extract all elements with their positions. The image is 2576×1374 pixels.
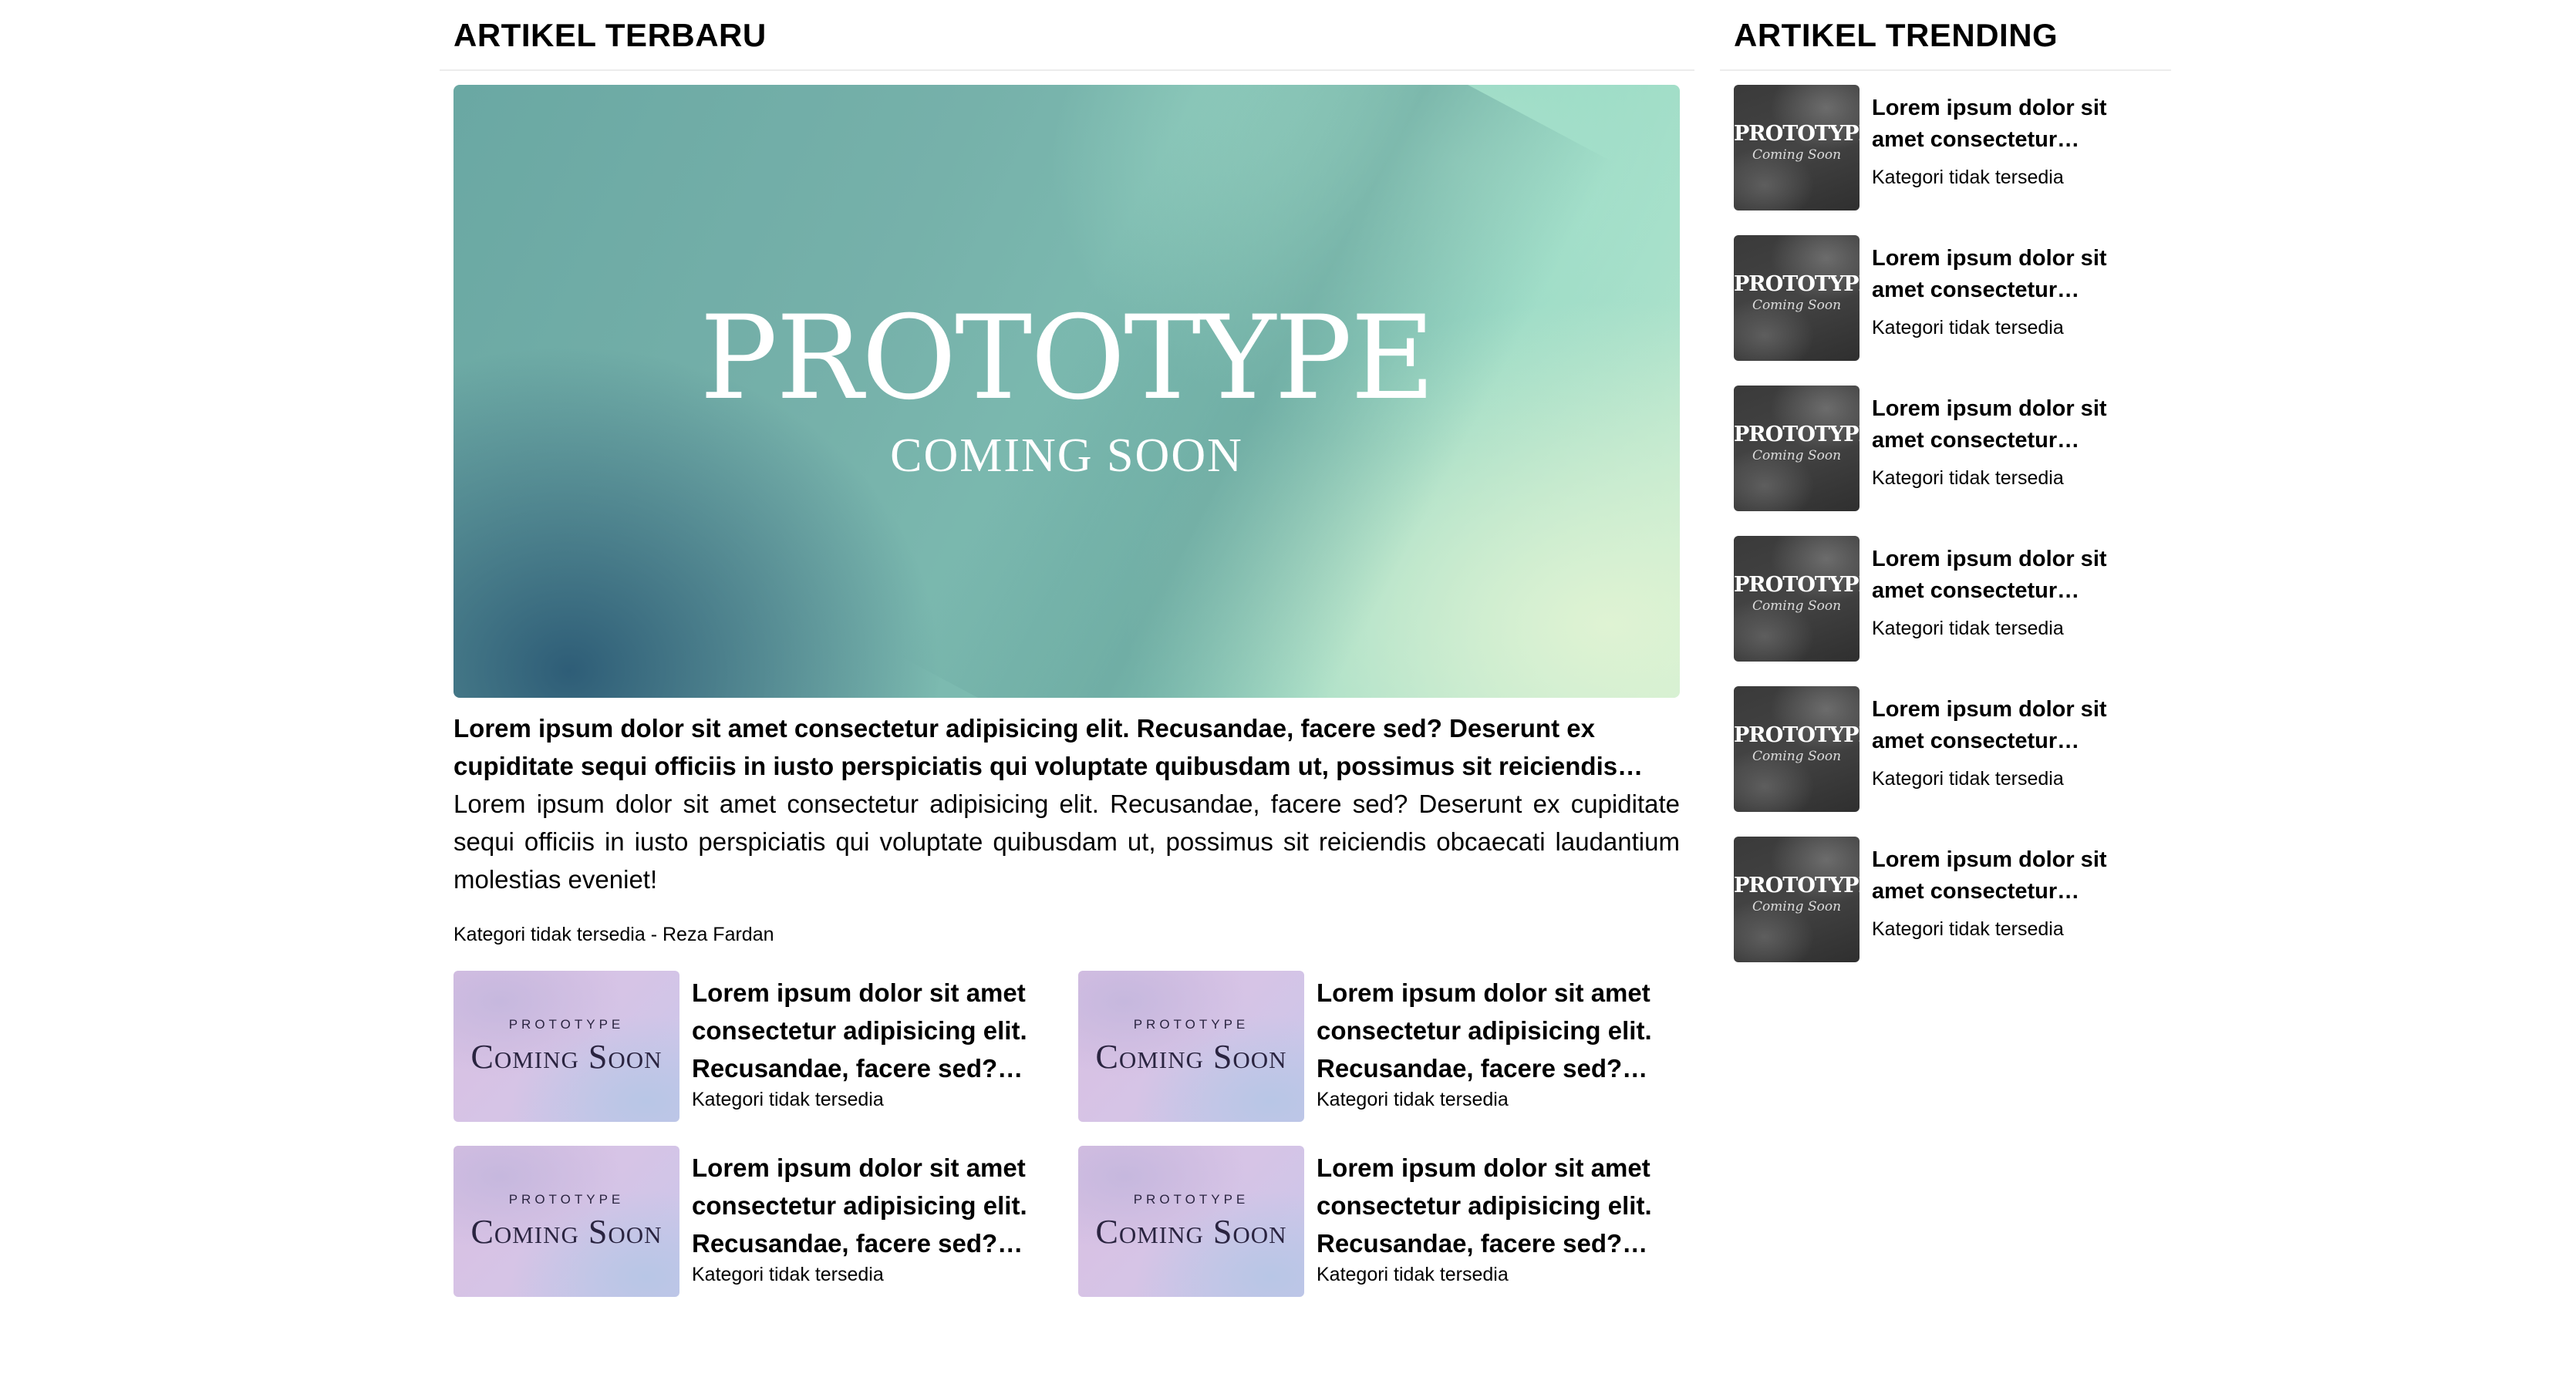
thumbnail-caption: Coming Soon: [470, 1213, 663, 1251]
thumbnail-caption: Coming Soon: [1752, 448, 1842, 463]
trending-thumbnail[interactable]: PROTOTYPEComing Soon: [1734, 536, 1860, 662]
article-title[interactable]: Lorem ipsum dolor sit amet consectetur a…: [692, 1149, 1054, 1262]
thumbnail-caption: Coming Soon: [1752, 899, 1842, 914]
hero-image-text: PROTOTYPE COMING SOON: [453, 301, 1680, 483]
page: ARTIKEL TERBARU PROTOTYPE COMING SOON Lo…: [0, 0, 2576, 1374]
article-title[interactable]: Lorem ipsum dolor sit amet consectetur a…: [692, 974, 1054, 1087]
thumbnail-label: PROTOTYPE: [1133, 1192, 1249, 1207]
thumbnail-label: PROTOTYPE: [508, 1017, 625, 1032]
trending-title[interactable]: Lorem ipsum dolor sit amet consectetur a…: [1872, 844, 2157, 908]
trending-thumbnail[interactable]: PROTOTYPE Coming Soon: [1734, 235, 1860, 361]
trending-category[interactable]: Kategori tidak tersedia: [1872, 464, 2157, 492]
hero-article-category[interactable]: Kategori tidak tersedia: [453, 924, 646, 945]
thumbnail-label: PROTOTYPE: [1734, 272, 1860, 296]
thumbnail-label: PROTOTYPE: [508, 1192, 625, 1207]
article-thumbnail[interactable]: PROTOTYPE Coming Soon: [453, 971, 679, 1122]
meta-separator: -: [650, 924, 658, 945]
trending-title[interactable]: Lorem ipsum dolor sit amet consectetur a…: [1872, 544, 2157, 607]
trending-article-item[interactable]: PROTOTYPEComing SoonLorem ipsum dolor si…: [1734, 85, 2166, 210]
latest-article-card[interactable]: PROTOTYPE Coming Soon Lorem ipsum dolor si…: [453, 1146, 1063, 1297]
trending-category[interactable]: Kategori tidak tersedia: [1872, 314, 2157, 342]
article-thumbnail[interactable]: PROTOTYPE Coming Soon: [453, 1146, 679, 1297]
hero-image-subtitle: COMING SOON: [890, 429, 1243, 482]
trending-text: Lorem ipsum dolor sit amet consectetur a…: [1872, 844, 2157, 943]
trending-article-item[interactable]: PROTOTYPEComing SoonLorem ipsum dolor si…: [1734, 536, 2166, 662]
latest-article-card[interactable]: PROTOTYPE Coming Soon Lorem ipsum dolor si…: [1078, 971, 1688, 1122]
latest-article-card[interactable]: PROTOTYPE Coming Soon Lorem ipsum dolor si…: [1078, 1146, 1688, 1297]
article-text: Lorem ipsum dolor sit amet consectetur a…: [692, 974, 1054, 1112]
thumbnail-label: PROTOTYPE: [1734, 723, 1860, 747]
trending-thumbnail[interactable]: PROTOTYPEComing Soon: [1734, 85, 1860, 210]
thumbnail-label: PROTOTYPE: [1133, 1017, 1249, 1032]
trending-article-item[interactable]: PROTOTYPE Coming Soon Lorem ipsum dolor si…: [1734, 386, 2166, 511]
article-thumbnail[interactable]: PROTOTYPE Coming Soon: [1078, 971, 1304, 1122]
thumbnail-caption: Coming Soon: [470, 1038, 663, 1076]
trending-category[interactable]: Kategori tidak tersedia: [1872, 765, 2157, 793]
hero-image-title: PROTOTYPE: [700, 291, 1435, 426]
trending-category[interactable]: Kategori tidak tersedia: [1872, 615, 2157, 642]
latest-article-card[interactable]: PROTOTYPE Coming Soon Lorem ipsum dolor si…: [453, 971, 1063, 1122]
trending-text: Lorem ipsum dolor sit amet consectetur a…: [1872, 544, 2157, 642]
trending-article-item[interactable]: PROTOTYPE Coming Soon Lorem ipsum dolor si…: [1734, 837, 2166, 962]
trending-text: Lorem ipsum dolor sit amet consectetur a…: [1872, 694, 2157, 793]
article-text: Lorem ipsum dolor sit amet consectetur a…: [1317, 974, 1679, 1112]
hero-article-meta: Kategori tidak tersedia - Reza Fardan: [453, 921, 774, 948]
thumbnail-caption: Coming Soon: [1752, 147, 1842, 163]
thumbnail-label: PROTOTYPE: [1734, 423, 1860, 446]
trending-category[interactable]: Kategori tidak tersedia: [1872, 915, 2157, 943]
hero-article-excerpt: Lorem ipsum dolor sit amet consectetur a…: [453, 790, 1680, 894]
latest-articles-section: ARTIKEL TERBARU PROTOTYPE COMING SOON Lo…: [440, 0, 1694, 945]
trending-section-title: ARTIKEL TRENDING: [1720, 0, 2171, 71]
thumbnail-caption: Coming Soon: [1752, 298, 1842, 313]
trending-title[interactable]: Lorem ipsum dolor sit amet consectetur a…: [1872, 243, 2157, 306]
trending-article-item[interactable]: PROTOTYPE Coming Soon Lorem ipsum dolor si…: [1734, 686, 2166, 812]
thumbnail-caption: Coming Soon: [1095, 1213, 1287, 1251]
article-text: Lorem ipsum dolor sit amet consectetur a…: [1317, 1149, 1679, 1287]
article-text: Lorem ipsum dolor sit amet consectetur a…: [692, 1149, 1054, 1287]
article-category[interactable]: Kategori tidak tersedia: [1317, 1087, 1679, 1112]
thumbnail-label: PROTOTYPE: [1734, 122, 1860, 146]
thumbnail-caption: Coming Soon: [1752, 749, 1842, 764]
article-category[interactable]: Kategori tidak tersedia: [692, 1087, 1054, 1112]
thumbnail-label: PROTOTYPE: [1734, 573, 1860, 597]
trending-title[interactable]: Lorem ipsum dolor sit amet consectetur a…: [1872, 393, 2157, 456]
trending-articles-section: ARTIKEL TRENDING PROTOTYPEComing SoonLor…: [1720, 0, 2171, 962]
trending-text: Lorem ipsum dolor sit amet consectetur a…: [1872, 243, 2157, 342]
article-category[interactable]: Kategori tidak tersedia: [692, 1262, 1054, 1287]
trending-thumbnail[interactable]: PROTOTYPE Coming Soon: [1734, 686, 1860, 812]
thumbnail-label: PROTOTYPE: [1734, 874, 1860, 897]
latest-section-title: ARTIKEL TERBARU: [440, 0, 1694, 71]
hero-article-title[interactable]: Lorem ipsum dolor sit amet consectetur a…: [453, 709, 1680, 785]
thumbnail-caption: Coming Soon: [1752, 598, 1842, 614]
article-title[interactable]: Lorem ipsum dolor sit amet consectetur a…: [1317, 1149, 1679, 1262]
trending-title[interactable]: Lorem ipsum dolor sit amet consectetur a…: [1872, 694, 2157, 757]
article-thumbnail[interactable]: PROTOTYPE Coming Soon: [1078, 1146, 1304, 1297]
hero-article-image[interactable]: PROTOTYPE COMING SOON: [453, 85, 1680, 698]
trending-thumbnail[interactable]: PROTOTYPE Coming Soon: [1734, 837, 1860, 962]
trending-text: Lorem ipsum dolor sit amet consectetur a…: [1872, 93, 2157, 191]
trending-category[interactable]: Kategori tidak tersedia: [1872, 163, 2157, 191]
hero-article-author[interactable]: Reza Fardan: [663, 924, 774, 945]
trending-text: Lorem ipsum dolor sit amet consectetur a…: [1872, 393, 2157, 492]
trending-thumbnail[interactable]: PROTOTYPE Coming Soon: [1734, 386, 1860, 511]
trending-article-item[interactable]: PROTOTYPE Coming Soon Lorem ipsum dolor si…: [1734, 235, 2166, 361]
article-category[interactable]: Kategori tidak tersedia: [1317, 1262, 1679, 1287]
thumbnail-caption: Coming Soon: [1095, 1038, 1287, 1076]
article-title[interactable]: Lorem ipsum dolor sit amet consectetur a…: [1317, 974, 1679, 1087]
trending-title[interactable]: Lorem ipsum dolor sit amet consectetur a…: [1872, 93, 2157, 156]
